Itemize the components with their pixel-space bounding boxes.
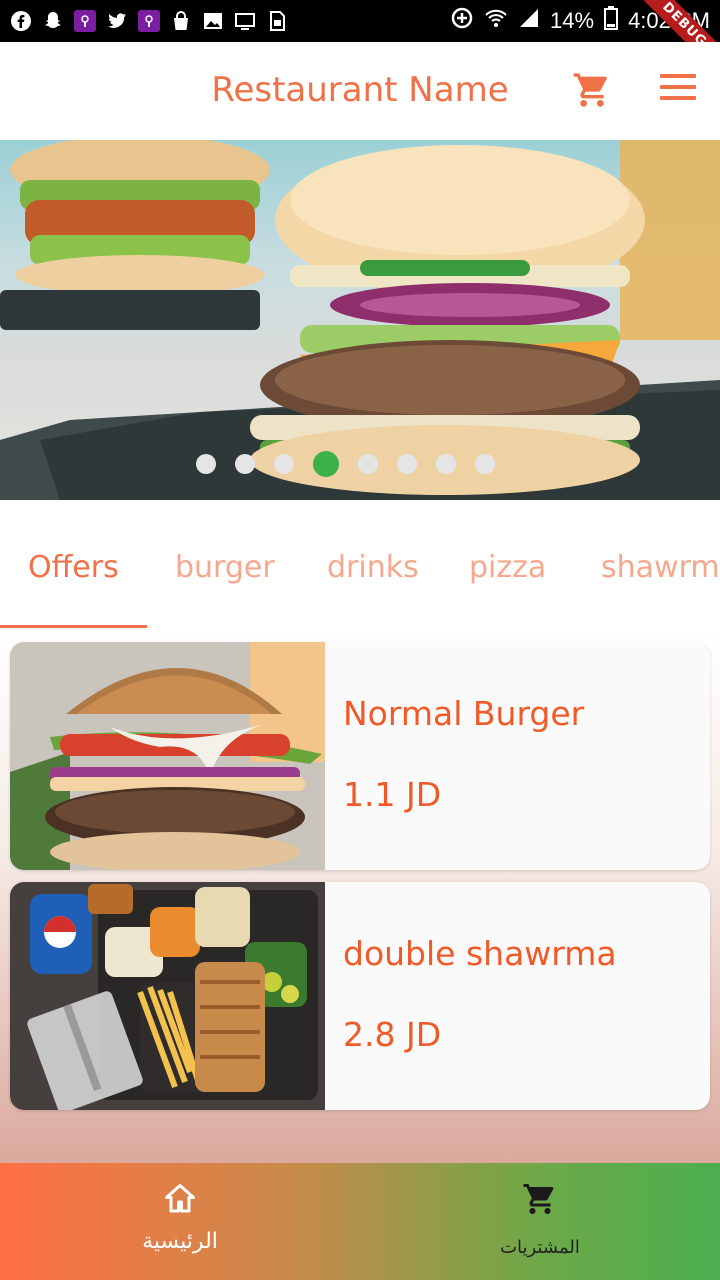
nav-purchases-label: المشتريات bbox=[500, 1237, 580, 1258]
nav-home[interactable]: الرئيسية bbox=[0, 1163, 360, 1280]
burger-photo bbox=[10, 642, 325, 870]
tab-drinks[interactable]: drinks bbox=[327, 550, 419, 585]
app-bar: Restaurant Name bbox=[0, 42, 720, 140]
carousel-dot[interactable] bbox=[435, 454, 456, 474]
status-bar: 14% 4:02 PM DEBUG bbox=[0, 0, 720, 83]
shopping-cart-icon bbox=[523, 1184, 554, 1214]
bottom-navigation: الرئيسية المشتريات bbox=[0, 1163, 720, 1280]
data-saver-icon bbox=[450, 6, 474, 36]
shopping-bag-icon bbox=[170, 10, 192, 32]
monitor-icon bbox=[234, 10, 256, 32]
carousel-dot[interactable] bbox=[234, 454, 255, 474]
nav-purchases[interactable]: المشتريات bbox=[360, 1163, 720, 1280]
sim-icon bbox=[266, 10, 288, 32]
carousel-dot[interactable] bbox=[195, 454, 216, 474]
tab-indicator bbox=[0, 625, 147, 628]
shawarma-meal-photo bbox=[10, 882, 325, 1110]
image-icon bbox=[202, 10, 224, 32]
tab-burger[interactable]: burger bbox=[175, 550, 275, 585]
burger-photo bbox=[0, 140, 720, 500]
tab-offers[interactable]: Offers bbox=[28, 550, 119, 585]
home-icon bbox=[165, 1184, 195, 1213]
carousel-dot[interactable] bbox=[357, 454, 378, 474]
twitter-icon bbox=[106, 10, 128, 32]
page-title: Restaurant Name bbox=[211, 70, 509, 110]
signal-icon bbox=[518, 7, 540, 35]
carousel-indicator bbox=[0, 451, 705, 477]
notification-icons bbox=[10, 10, 288, 32]
podcast-icon bbox=[74, 10, 96, 32]
tab-pizza[interactable]: pizza bbox=[469, 550, 546, 585]
carousel-dot[interactable] bbox=[273, 454, 294, 474]
list-item[interactable]: double shawrma 2.8 JD bbox=[10, 882, 710, 1110]
item-name: double shawrma bbox=[343, 934, 617, 973]
item-price: 2.8 JD bbox=[343, 1015, 442, 1054]
nav-home-label: الرئيسية bbox=[142, 1229, 218, 1254]
facebook-icon bbox=[10, 10, 32, 32]
battery-icon bbox=[604, 6, 619, 36]
snapchat-icon bbox=[42, 10, 64, 32]
hero-carousel[interactable] bbox=[0, 140, 720, 500]
hamburger-menu-icon bbox=[660, 74, 696, 78]
category-tabs: Offers burger drinks pizza shawrma bbox=[0, 540, 720, 630]
cart-button[interactable] bbox=[572, 70, 612, 110]
item-price: 1.1 JD bbox=[343, 775, 442, 814]
hamburger-menu-button[interactable] bbox=[660, 74, 696, 104]
list-item[interactable]: Normal Burger 1.1 JD bbox=[10, 642, 710, 870]
battery-percent: 14% bbox=[550, 8, 595, 33]
podcast-icon bbox=[138, 10, 160, 32]
wifi-icon bbox=[484, 6, 508, 36]
product-list: Normal Burger 1.1 JD double shawrma 2.8 … bbox=[0, 630, 720, 1163]
carousel-dot[interactable] bbox=[474, 454, 495, 474]
carousel-dot[interactable] bbox=[396, 454, 417, 474]
item-name: Normal Burger bbox=[343, 694, 585, 733]
shopping-cart-icon bbox=[573, 73, 607, 107]
carousel-dot-active[interactable] bbox=[312, 451, 339, 477]
tab-shawrma[interactable]: shawrma bbox=[601, 550, 720, 585]
